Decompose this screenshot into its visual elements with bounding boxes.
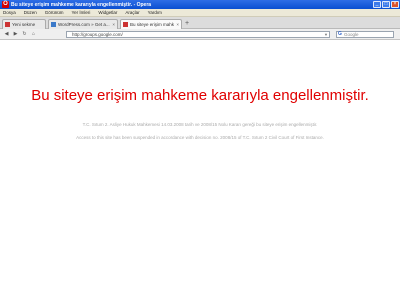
maximize-button[interactable]: □: [382, 1, 390, 8]
close-window-button[interactable]: ×: [391, 1, 399, 8]
home-icon[interactable]: ⌂: [30, 31, 37, 38]
google-search-icon: G: [338, 31, 342, 37]
new-tab-button[interactable]: +: [185, 20, 189, 28]
opera-page-icon: [5, 22, 10, 27]
tab-label: WordPress.com » Get a...: [58, 22, 110, 27]
wordpress-icon: [51, 22, 56, 27]
address-toolbar: ◀ ▶ ↻ ⌂ http://groups.google.com/ ▼ G Go…: [0, 29, 400, 40]
block-notice-english: Access to this site has been suspended i…: [76, 135, 324, 140]
tab-wordpress[interactable]: WordPress.com » Get a... ×: [48, 19, 118, 29]
menu-edit[interactable]: Düzen: [24, 10, 37, 15]
block-notice-turkish: T.C. Sıtum 2. Asliye Hukuk Mahkemesi 14.…: [82, 122, 318, 127]
back-arrow-icon[interactable]: ◀: [3, 31, 10, 38]
tab-bar: Yeni sekme WordPress.com » Get a... × Bu…: [0, 17, 400, 29]
tab-close-icon[interactable]: ×: [112, 22, 115, 27]
address-input[interactable]: http://groups.google.com/ ▼: [66, 31, 330, 38]
tab-label: Yeni sekme: [12, 22, 36, 27]
minimize-button[interactable]: _: [373, 1, 381, 8]
menu-view[interactable]: Görünüm: [45, 10, 64, 15]
title-bar: O Bu siteye erişim mahkeme kararıyla eng…: [0, 0, 400, 9]
forward-arrow-icon[interactable]: ▶: [12, 31, 19, 38]
page-content: Bu siteye erişim mahkeme kararıyla engel…: [0, 40, 400, 283]
search-input[interactable]: G Google: [336, 31, 394, 38]
menu-tools[interactable]: Araçlar: [125, 10, 139, 15]
url-text: http://groups.google.com/: [72, 32, 123, 37]
opera-logo-icon: O: [2, 1, 9, 8]
block-notice-heading: Bu siteye erişim mahkeme kararıyla engel…: [31, 87, 369, 104]
chevron-down-icon[interactable]: ▼: [324, 32, 328, 37]
search-placeholder: Google: [344, 32, 359, 37]
page-icon: [123, 22, 128, 27]
menu-file[interactable]: Dosya: [3, 10, 16, 15]
menu-bar: Dosya Düzen Görünüm Yer İmleri Widgetlar…: [0, 9, 400, 17]
tab-close-icon[interactable]: ×: [176, 22, 179, 27]
tab-label: Bu siteye erişim mahkem...: [130, 22, 175, 27]
reload-icon[interactable]: ↻: [21, 31, 28, 38]
menu-bookmarks[interactable]: Yer İmleri: [72, 10, 91, 15]
menu-widgets[interactable]: Widgetlar: [98, 10, 117, 15]
window-title: Bu siteye erişim mahkeme kararıyla engel…: [11, 1, 152, 8]
menu-help[interactable]: Yardım: [148, 10, 162, 15]
tab-new[interactable]: Yeni sekme: [2, 19, 46, 29]
tab-blocked-site[interactable]: Bu siteye erişim mahkem... ×: [120, 19, 182, 29]
